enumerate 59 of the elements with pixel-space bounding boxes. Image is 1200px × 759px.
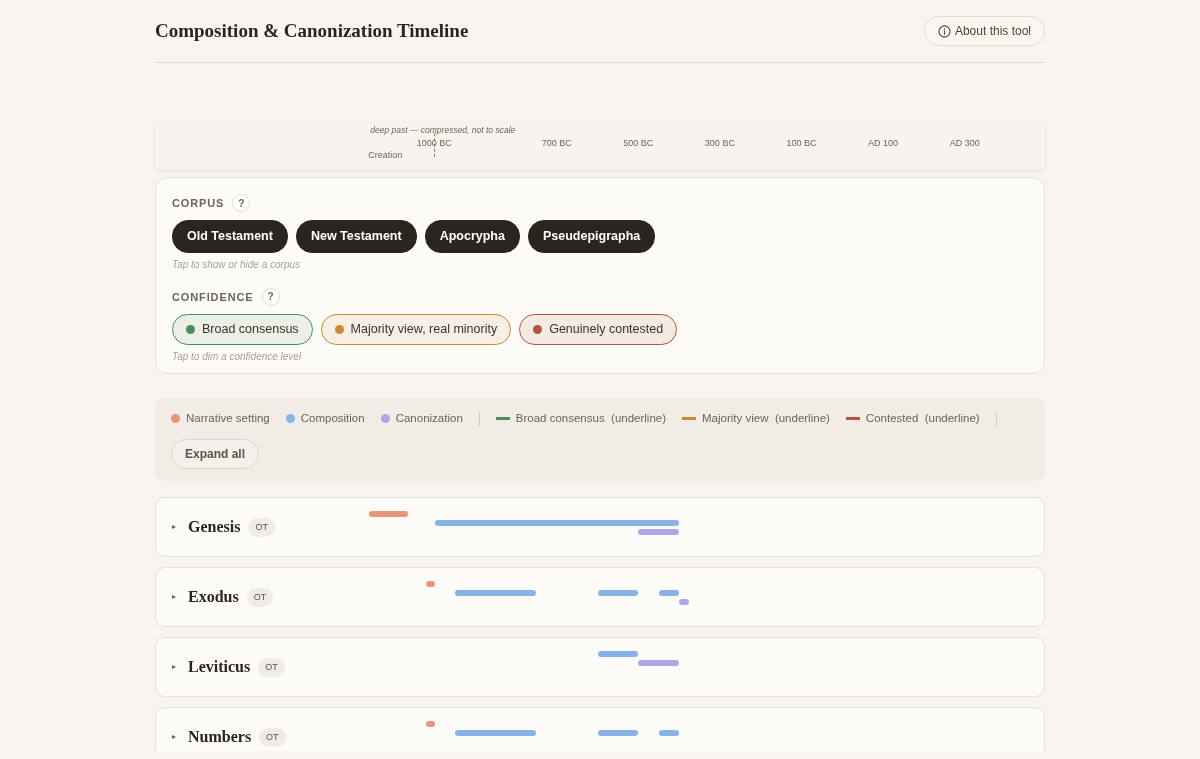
help-button[interactable]: ? xyxy=(261,287,280,306)
corpus-tag: OT xyxy=(248,517,275,537)
corpus-toggle[interactable]: Old Testament xyxy=(172,220,288,253)
axis-label: Creation xyxy=(368,149,403,162)
axis-note: deep past — compressed, not to scale xyxy=(370,124,516,137)
timeline-bar xyxy=(597,651,639,658)
timeline-bar xyxy=(638,529,679,536)
axis-label: AD 100 xyxy=(868,137,899,150)
corpus-tag: OT xyxy=(259,727,286,747)
axis-label: 500 BC xyxy=(623,137,654,150)
book-row[interactable]: ▸ Leviticus OT xyxy=(155,637,1045,698)
help-button[interactable]: ? xyxy=(232,194,251,212)
book-row[interactable]: ▸ Exodus OT xyxy=(155,567,1045,628)
axis-label: 100 BC xyxy=(786,137,817,150)
timeline-bar xyxy=(658,730,679,737)
timeline-bar xyxy=(426,581,435,588)
timeline-bar xyxy=(368,511,408,518)
expand-caret[interactable]: ▸ xyxy=(172,661,176,674)
legend-label: Canonization xyxy=(395,411,463,426)
corpus-tag: OT xyxy=(258,657,285,677)
book-row[interactable]: ▸ Numbers OT xyxy=(155,707,1045,752)
axis-label: 700 BC xyxy=(541,137,572,150)
legend-label: Contested (underline) xyxy=(865,411,980,426)
timeline-bar xyxy=(638,660,679,667)
page-title: Composition & Canonization Timeline xyxy=(155,19,469,43)
hint-text: Tap to dim a confidence level xyxy=(172,349,303,364)
section-label: CONFIDENCE xyxy=(172,289,254,305)
book-row[interactable]: ▸ Genesis OT xyxy=(155,497,1045,558)
expand-all-button[interactable]: Expand all xyxy=(171,439,260,470)
legend-label: Broad consensus (underline) xyxy=(515,411,667,426)
confidence-toggle[interactable]: Majority view, real minority xyxy=(320,313,512,345)
hint-text: Tap to show or hide a corpus xyxy=(172,257,302,272)
expand-caret[interactable]: ▸ xyxy=(172,521,176,534)
legend-label: Majority view (underline) xyxy=(702,411,830,426)
corpus-toggle[interactable]: Pseudepigrapha xyxy=(527,220,656,253)
about-button[interactable]: About this tool xyxy=(923,16,1045,46)
book-title: Numbers xyxy=(188,727,252,748)
legend-label: Composition xyxy=(300,411,365,426)
book-title: Genesis xyxy=(188,517,241,538)
corpus-toggle[interactable]: Apocrypha xyxy=(424,220,520,253)
section-label: CORPUS xyxy=(172,195,225,211)
timeline-bar xyxy=(658,590,679,597)
timeline-bar xyxy=(597,590,639,597)
book-title: Leviticus xyxy=(188,657,251,678)
confidence-toggle[interactable]: Broad consensus xyxy=(172,313,313,345)
book-title: Exodus xyxy=(188,587,239,608)
timeline-bar xyxy=(597,730,639,737)
timeline-bar xyxy=(678,599,690,606)
axis-label: 300 BC xyxy=(704,137,735,150)
info-icon xyxy=(937,24,951,38)
timeline-bar xyxy=(426,721,435,728)
corpus-toggle[interactable]: New Testament xyxy=(295,220,417,253)
expand-caret[interactable]: ▸ xyxy=(172,731,176,744)
legend-label: Narrative setting xyxy=(186,411,270,426)
axis-label: 1000 BC xyxy=(416,137,452,150)
axis-label: AD 300 xyxy=(949,137,980,150)
expand-caret[interactable]: ▸ xyxy=(172,591,176,604)
corpus-tag: OT xyxy=(246,587,274,607)
confidence-toggle[interactable]: Genuinely contested xyxy=(519,313,678,345)
